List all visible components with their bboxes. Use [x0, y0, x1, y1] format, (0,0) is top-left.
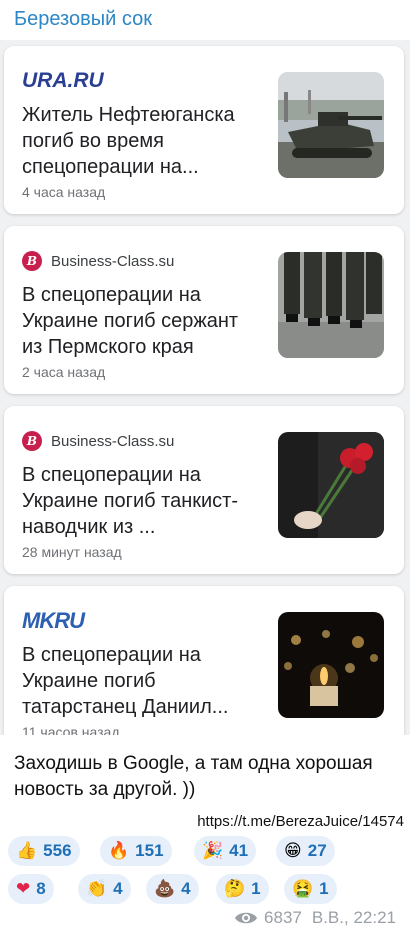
- party-popper-icon: 🎉: [202, 840, 224, 861]
- vomiting-face-icon: 🤮: [292, 878, 314, 899]
- business-class-icon: B: [22, 431, 42, 451]
- news-headline[interactable]: В спецоперации на Украине погиб сержант …: [22, 282, 258, 360]
- news-headline[interactable]: Житель Нефтеюганска погиб во время спецо…: [22, 102, 258, 180]
- message-text: Заходишь в Google, а там одна хорошая но…: [14, 753, 373, 800]
- source-logo-business-class: B Business-Class.su: [22, 248, 174, 274]
- poop-icon: 💩: [154, 878, 176, 899]
- news-time: 28 минут назад: [22, 544, 122, 560]
- reaction-count: 1: [319, 879, 329, 898]
- reaction-thumbs-up[interactable]: 👍 556: [8, 836, 80, 866]
- heart-icon: ❤: [16, 878, 31, 899]
- news-screenshot: URA.RU Житель Нефтеюганска погиб во врем…: [0, 40, 410, 735]
- reaction-party[interactable]: 🎉 41: [194, 836, 257, 866]
- source-name: URA.RU: [22, 69, 104, 92]
- news-time: 2 часа назад: [22, 364, 106, 380]
- reaction-count: 1: [251, 879, 261, 898]
- reaction-count: 8: [36, 879, 46, 898]
- source-logo-business-class: B Business-Class.su: [22, 428, 174, 454]
- news-card-2[interactable]: B Business-Class.su В спецоперации на Ук…: [4, 226, 404, 394]
- reaction-count: 556: [43, 841, 72, 860]
- reaction-vomit[interactable]: 🤮 1: [284, 874, 337, 904]
- source-name: MKRU: [22, 608, 85, 633]
- candles-photo[interactable]: [278, 612, 384, 718]
- source-name: Business-Class.su: [51, 432, 175, 450]
- channel-header: Березовый сок: [0, 0, 410, 40]
- news-card-1[interactable]: URA.RU Житель Нефтеюганска погиб во врем…: [4, 46, 404, 214]
- source-logo-ura: URA.RU: [22, 68, 104, 94]
- reaction-count: 151: [135, 841, 164, 860]
- source-logo-mk: MKRU: [22, 608, 85, 634]
- news-card-4[interactable]: MKRU В спецоперации на Украине погиб тат…: [4, 586, 404, 735]
- news-headline[interactable]: В спецоперации на Украине погиб танкист-…: [22, 462, 258, 540]
- reaction-heart[interactable]: ❤ 8: [8, 874, 54, 904]
- tank-photo[interactable]: [278, 72, 384, 178]
- news-time: 11 часов назад: [22, 724, 120, 735]
- news-time: 4 часа назад: [22, 184, 106, 200]
- message-link[interactable]: https://t.me/BerezaJuice/14574: [197, 813, 404, 830]
- reaction-grin[interactable]: 😁 27: [276, 836, 335, 866]
- eye-icon: [235, 912, 258, 924]
- news-headline[interactable]: В спецоперации на Украине погиб татарста…: [22, 642, 258, 720]
- soldiers-marching-photo[interactable]: [278, 252, 384, 358]
- reaction-thinking[interactable]: 🤔 1: [216, 874, 269, 904]
- source-name: Business-Class.su: [51, 252, 175, 270]
- post-time: 22:21: [353, 908, 396, 927]
- view-count: 6837: [264, 908, 302, 927]
- post-author: В.В.: [311, 908, 344, 927]
- reaction-count: 41: [229, 841, 249, 860]
- clapping-hands-icon: 👏: [86, 878, 108, 899]
- channel-title[interactable]: Березовый сок: [14, 8, 152, 31]
- reaction-fire[interactable]: 🔥 151: [100, 836, 172, 866]
- fire-icon: 🔥: [108, 840, 130, 861]
- thinking-face-icon: 🤔: [224, 878, 246, 899]
- thumbs-up-icon: 👍: [16, 840, 38, 861]
- reaction-poop[interactable]: 💩 4: [146, 874, 199, 904]
- reaction-count: 27: [307, 841, 327, 860]
- business-class-icon: B: [22, 251, 42, 271]
- message-meta: 6837 В.В., 22:21: [234, 908, 396, 928]
- reaction-count: 4: [181, 879, 191, 898]
- news-card-3[interactable]: B Business-Class.su В спецоперации на Ук…: [4, 406, 404, 574]
- reaction-count: 4: [113, 879, 123, 898]
- reaction-clap[interactable]: 👏 4: [78, 874, 131, 904]
- carnations-photo[interactable]: [278, 432, 384, 538]
- message-body: Заходишь в Google, а там одна хорошая но…: [0, 735, 410, 946]
- grin-face-icon: 😁: [284, 840, 302, 861]
